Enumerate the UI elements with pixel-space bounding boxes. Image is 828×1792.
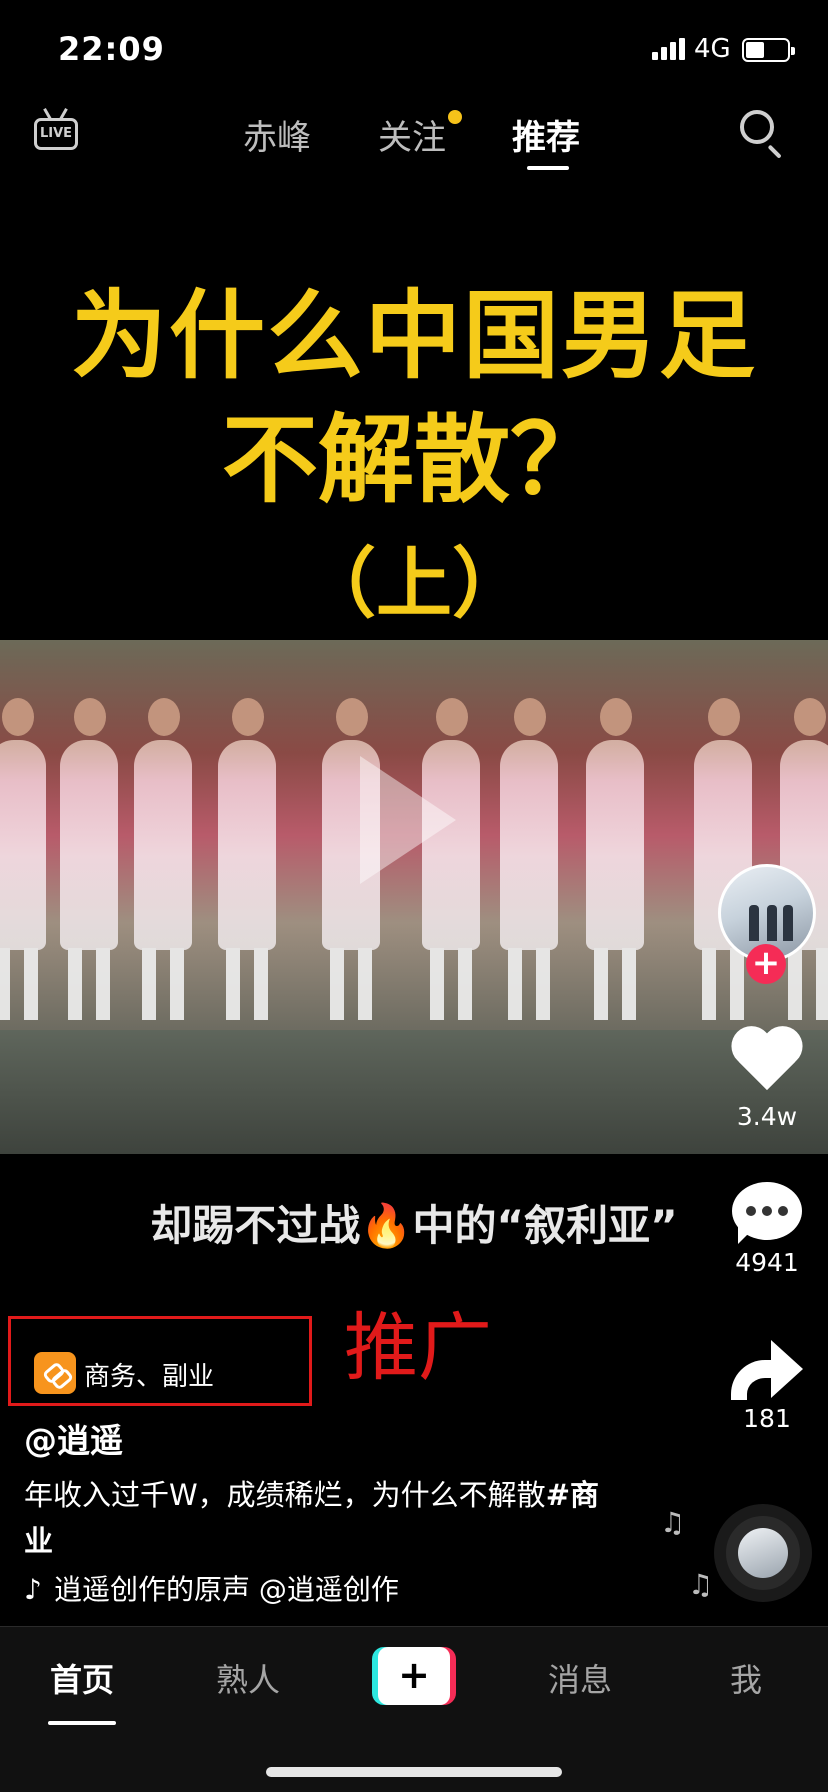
tiktok-note-icon: ♪	[24, 1573, 42, 1606]
tab-local[interactable]: 赤峰	[243, 110, 311, 159]
tab-following[interactable]: 关注	[378, 110, 446, 159]
link-icon[interactable]	[34, 1352, 76, 1394]
home-indicator	[266, 1767, 562, 1777]
music-note-icon: ♫	[688, 1568, 714, 1601]
create-button[interactable]: +	[372, 1647, 456, 1705]
home-tab-indicator	[48, 1721, 116, 1725]
comment-bubble-icon	[732, 1182, 802, 1244]
top-nav: LIVE 赤峰 关注 推荐	[0, 96, 828, 180]
live-tv-icon[interactable]: LIVE	[34, 108, 78, 150]
follow-plus-button[interactable]: +	[746, 944, 786, 984]
music-title: 逍遥创作的原声 @逍遥创作	[54, 1573, 399, 1606]
tab-me[interactable]: 我	[730, 1655, 762, 1701]
video-title-line3: （上）	[300, 539, 528, 628]
creator-avatar[interactable]: +	[718, 864, 816, 984]
following-notification-dot	[448, 110, 462, 124]
signal-icon	[652, 38, 686, 60]
tab-recommended[interactable]: 推荐	[512, 110, 580, 159]
heart-icon	[730, 1028, 804, 1098]
status-time: 22:09	[58, 30, 165, 68]
share-arrow-icon	[731, 1340, 803, 1400]
play-icon[interactable]	[360, 756, 456, 884]
share-count: 181	[743, 1404, 791, 1433]
promo-anchor-label[interactable]: 商务、副业	[84, 1356, 214, 1393]
video-frame-team-photo[interactable]	[0, 640, 828, 1154]
active-tab-indicator	[527, 166, 569, 170]
status-bar: 22:09 4G	[0, 0, 828, 96]
comment-count: 4941	[735, 1248, 799, 1277]
creator-username[interactable]: @逍遥	[24, 1414, 123, 1462]
comment-button[interactable]: 4941	[726, 1182, 808, 1277]
tab-home[interactable]: 首页	[50, 1655, 114, 1701]
share-button[interactable]: 181	[726, 1340, 808, 1433]
post-description: 年收入过千W，成绩稀烂，为什么不解散#商业	[24, 1472, 624, 1564]
network-label: 4G	[694, 34, 731, 64]
video-title-line1: 为什么中国男足	[71, 280, 757, 392]
description-text: 年收入过千W，成绩稀烂，为什么不解散	[24, 1478, 546, 1512]
promo-annotation: 推广	[344, 1305, 492, 1391]
music-disc-icon[interactable]	[714, 1504, 812, 1602]
create-plus-label: +	[378, 1647, 450, 1705]
live-label: LIVE	[34, 118, 78, 150]
search-icon[interactable]	[740, 110, 786, 159]
music-ticker[interactable]: ♪ 逍遥创作的原声 @逍遥创作	[24, 1568, 434, 1608]
music-note-icon: ♫	[660, 1506, 686, 1539]
video-title-line2: 不解散？	[222, 404, 606, 516]
battery-icon	[742, 38, 795, 62]
tab-messages[interactable]: 消息	[548, 1655, 612, 1701]
video-subtitle: 却踢不过战🔥中的“叙利亚”	[150, 1201, 678, 1250]
tab-friends[interactable]: 熟人	[216, 1655, 280, 1701]
like-button[interactable]: 3.4w	[726, 1028, 808, 1131]
bottom-tab-bar: 首页 熟人 + 消息 我	[0, 1626, 828, 1792]
like-count: 3.4w	[736, 1102, 798, 1131]
